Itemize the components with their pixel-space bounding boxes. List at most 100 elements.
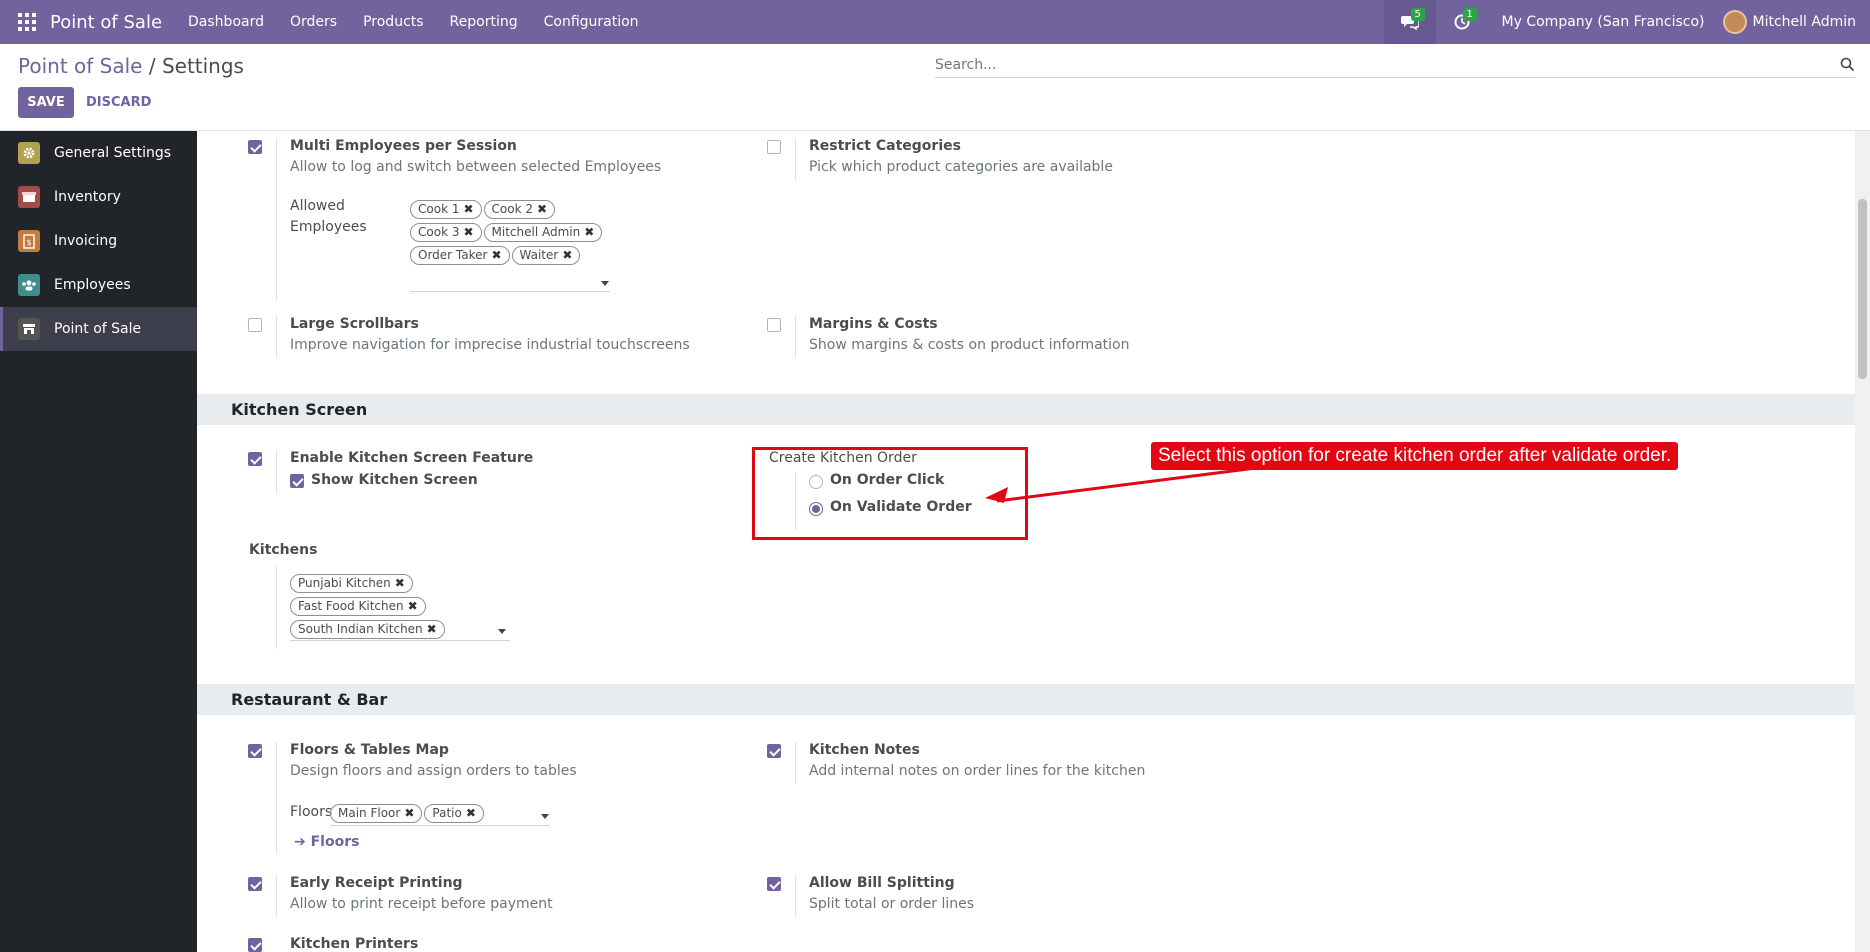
bill-splitting-desc: Split total or order lines [809,896,975,912]
floors-tags[interactable]: Main Floor ✖ Patio ✖ [330,804,486,827]
app-brand[interactable]: Point of Sale [50,12,162,33]
remove-tag-icon[interactable]: ✖ [562,248,572,262]
sidebar-item-label: Point of Sale [54,321,142,337]
field-underline [330,825,550,826]
kitchen-notes-checkbox[interactable] [767,744,781,758]
employee-tag[interactable]: Cook 2 ✖ [483,200,556,219]
breadcrumb-parent[interactable]: Point of Sale [18,54,142,78]
setting-divider [795,316,796,358]
remove-tag-icon[interactable]: ✖ [491,248,501,262]
restrict-categories-desc: Pick which product categories are availa… [809,159,1113,175]
activities-badge: 1 [1462,8,1477,21]
kitchen-tag[interactable]: South Indian Kitchen ✖ [290,620,445,639]
employee-tag[interactable]: Waiter ✖ [511,246,581,265]
kitchen-tag[interactable]: Punjabi Kitchen ✖ [290,574,413,593]
large-scrollbars-desc: Improve navigation for imprecise industr… [290,337,690,353]
remove-tag-icon[interactable]: ✖ [408,599,418,613]
sidebar-item-label: General Settings [54,145,172,161]
multi-employees-title: Multi Employees per Session [290,138,517,154]
remove-tag-icon[interactable]: ✖ [463,202,473,216]
menu-products[interactable]: Products [363,14,423,30]
menu-configuration[interactable]: Configuration [544,14,639,30]
gear-icon [18,142,40,164]
multi-employees-checkbox[interactable] [248,140,262,154]
floors-link[interactable]: ➔ Floors [294,834,359,850]
settings-sidebar: General Settings Inventory $ Invoicing E… [0,131,197,952]
search-icon[interactable] [1840,57,1855,72]
content-scrollbar[interactable] [1855,131,1870,952]
kitchen-printers-title: Kitchen Printers [290,936,419,952]
sidebar-item-point-of-sale[interactable]: Point of Sale [0,307,197,351]
remove-tag-icon[interactable]: ✖ [463,225,473,239]
large-scrollbars-checkbox[interactable] [248,318,262,332]
kitchen-printers-checkbox[interactable] [248,938,262,952]
remove-tag-icon[interactable]: ✖ [427,622,437,636]
menu-reporting[interactable]: Reporting [450,14,518,30]
chevron-down-icon[interactable] [541,814,549,819]
messages-systray[interactable]: 5 [1383,0,1436,44]
users-icon [18,274,40,296]
kitchen-tag[interactable]: Fast Food Kitchen ✖ [290,597,426,616]
margins-costs-title: Margins & Costs [809,316,938,332]
setting-divider [276,742,277,854]
remove-tag-icon[interactable]: ✖ [404,806,414,820]
floors-tables-desc: Design floors and assign orders to table… [290,763,577,779]
annotation-callout: Select this option for create kitchen or… [1151,442,1679,470]
menu-dashboard[interactable]: Dashboard [188,14,264,30]
sidebar-item-employees[interactable]: Employees [0,263,197,307]
box-icon [18,186,40,208]
sidebar-item-label: Employees [54,277,131,293]
setting-divider [795,742,796,784]
field-underline [410,291,610,292]
floor-tag[interactable]: Patio ✖ [424,804,484,823]
employee-tag[interactable]: Mitchell Admin ✖ [483,223,603,242]
floors-tables-title: Floors & Tables Map [290,742,449,758]
kitchens-label: Kitchens [249,542,318,558]
company-switcher[interactable]: My Company (San Francisco) [1502,14,1705,30]
employee-tag[interactable]: Order Taker ✖ [410,246,510,265]
menu-orders[interactable]: Orders [290,14,337,30]
discard-button[interactable]: DISCARD [84,87,153,118]
remove-tag-icon[interactable]: ✖ [466,806,476,820]
chevron-down-icon[interactable] [601,281,609,286]
bill-splitting-checkbox[interactable] [767,877,781,891]
kitchens-tags[interactable]: Punjabi Kitchen ✖ Fast Food Kitchen ✖ Sout… [290,574,490,643]
setting-divider [276,138,277,300]
restrict-categories-checkbox[interactable] [767,140,781,154]
remove-tag-icon[interactable]: ✖ [395,576,405,590]
activities-systray[interactable]: 1 [1436,0,1488,44]
arrow-right-icon: ➔ [294,834,306,850]
employee-tag[interactable]: Cook 1 ✖ [410,200,482,219]
field-underline [290,640,510,641]
floors-tables-checkbox[interactable] [248,744,262,758]
show-kitchen-screen-label: Show Kitchen Screen [311,472,478,488]
remove-tag-icon[interactable]: ✖ [584,225,594,239]
sidebar-item-general-settings[interactable]: General Settings [0,131,197,175]
margins-costs-checkbox[interactable] [767,318,781,332]
early-receipt-checkbox[interactable] [248,877,262,891]
store-icon [18,318,40,340]
floor-tag[interactable]: Main Floor ✖ [330,804,423,823]
search-input[interactable] [935,56,1840,73]
sidebar-item-invoicing[interactable]: $ Invoicing [0,219,197,263]
svg-text:$: $ [26,238,31,247]
chevron-down-icon[interactable] [498,629,506,634]
enable-kitchen-checkbox[interactable] [248,452,262,466]
sidebar-item-inventory[interactable]: Inventory [0,175,197,219]
setting-divider [795,138,796,180]
setting-divider [276,450,277,494]
show-kitchen-screen-checkbox[interactable] [290,474,304,488]
save-button[interactable]: SAVE [18,87,74,118]
apps-menu-icon[interactable] [18,13,36,31]
allowed-employees-label: Allowed [290,198,345,214]
settings-content: Multi Employees per Session Allow to log… [197,131,1870,952]
scrollbar-thumb[interactable] [1858,199,1867,379]
setting-divider [795,875,796,917]
employee-tag[interactable]: Cook 3 ✖ [410,223,482,242]
user-menu[interactable]: Mitchell Admin [1722,10,1856,34]
remove-tag-icon[interactable]: ✖ [537,202,547,216]
breadcrumb-separator: / [148,54,156,78]
kitchen-notes-title: Kitchen Notes [809,742,920,758]
allowed-employees-tags[interactable]: Cook 1 ✖ Cook 2 ✖ Cook 3 ✖ Mitchell Admin ✖ Or… [410,200,630,269]
multi-employees-desc: Allow to log and switch between selected… [290,159,662,175]
